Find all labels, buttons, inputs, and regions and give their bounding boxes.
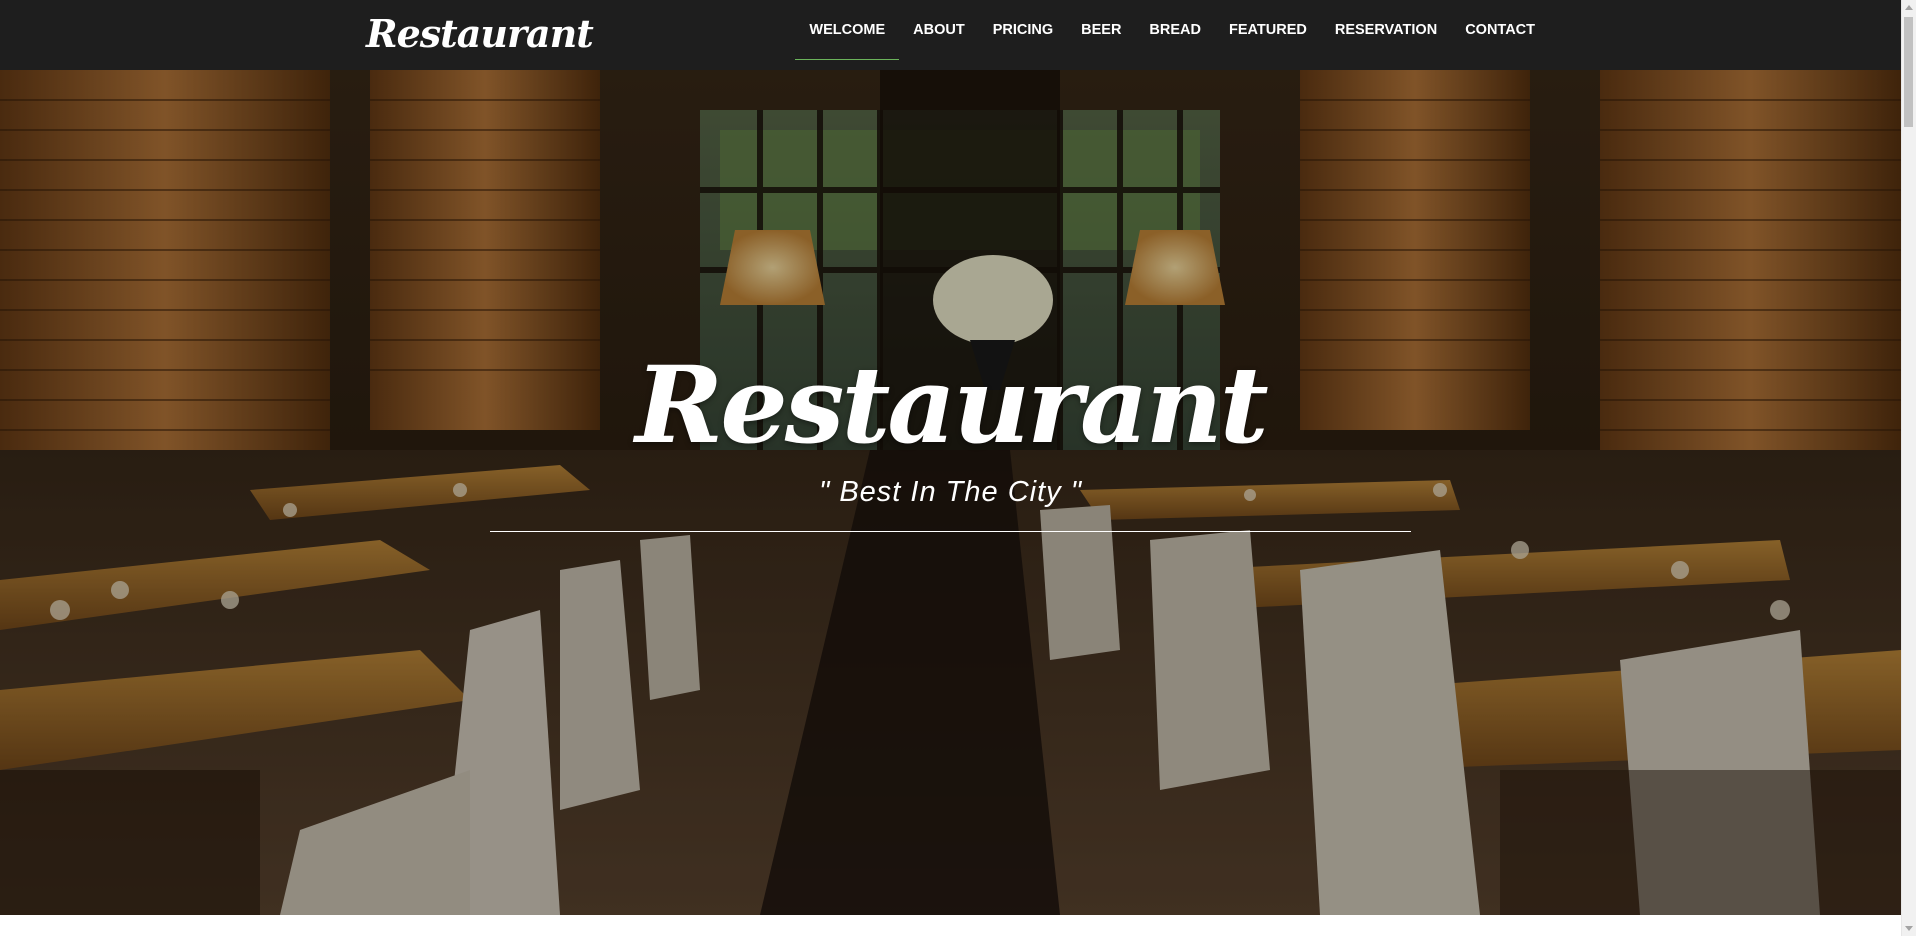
nav-featured[interactable]: FEATURED <box>1215 0 1321 60</box>
nav-pricing[interactable]: PRICING <box>979 0 1067 60</box>
page: Restaurant WELCOME ABOUT PRICING BEER BR… <box>0 0 1916 936</box>
nav-welcome[interactable]: WELCOME <box>795 0 899 60</box>
scroll-up-arrow-icon[interactable] <box>1905 5 1913 10</box>
nav-reservation[interactable]: RESERVATION <box>1321 0 1451 60</box>
nav-contact[interactable]: CONTACT <box>1451 0 1549 60</box>
main-nav: WELCOME ABOUT PRICING BEER BREAD FEATURE… <box>795 0 1549 70</box>
hero-divider <box>490 531 1411 532</box>
top-navbar: Restaurant WELCOME ABOUT PRICING BEER BR… <box>0 0 1901 70</box>
page-below-fold <box>0 915 1901 936</box>
brand-logo[interactable]: Restaurant <box>366 9 594 59</box>
nav-beer[interactable]: BEER <box>1067 0 1135 60</box>
nav-about[interactable]: ABOUT <box>899 0 979 60</box>
hero-title: Restaurant <box>635 342 1268 467</box>
nav-bread[interactable]: BREAD <box>1135 0 1215 60</box>
scroll-down-arrow-icon[interactable] <box>1905 926 1913 931</box>
hero-tagline: " Best In The City " <box>818 476 1082 508</box>
page-scrollbar[interactable] <box>1901 0 1916 936</box>
scrollbar-thumb[interactable] <box>1904 17 1913 127</box>
hero-section: Restaurant " Best In The City " <box>0 70 1901 915</box>
